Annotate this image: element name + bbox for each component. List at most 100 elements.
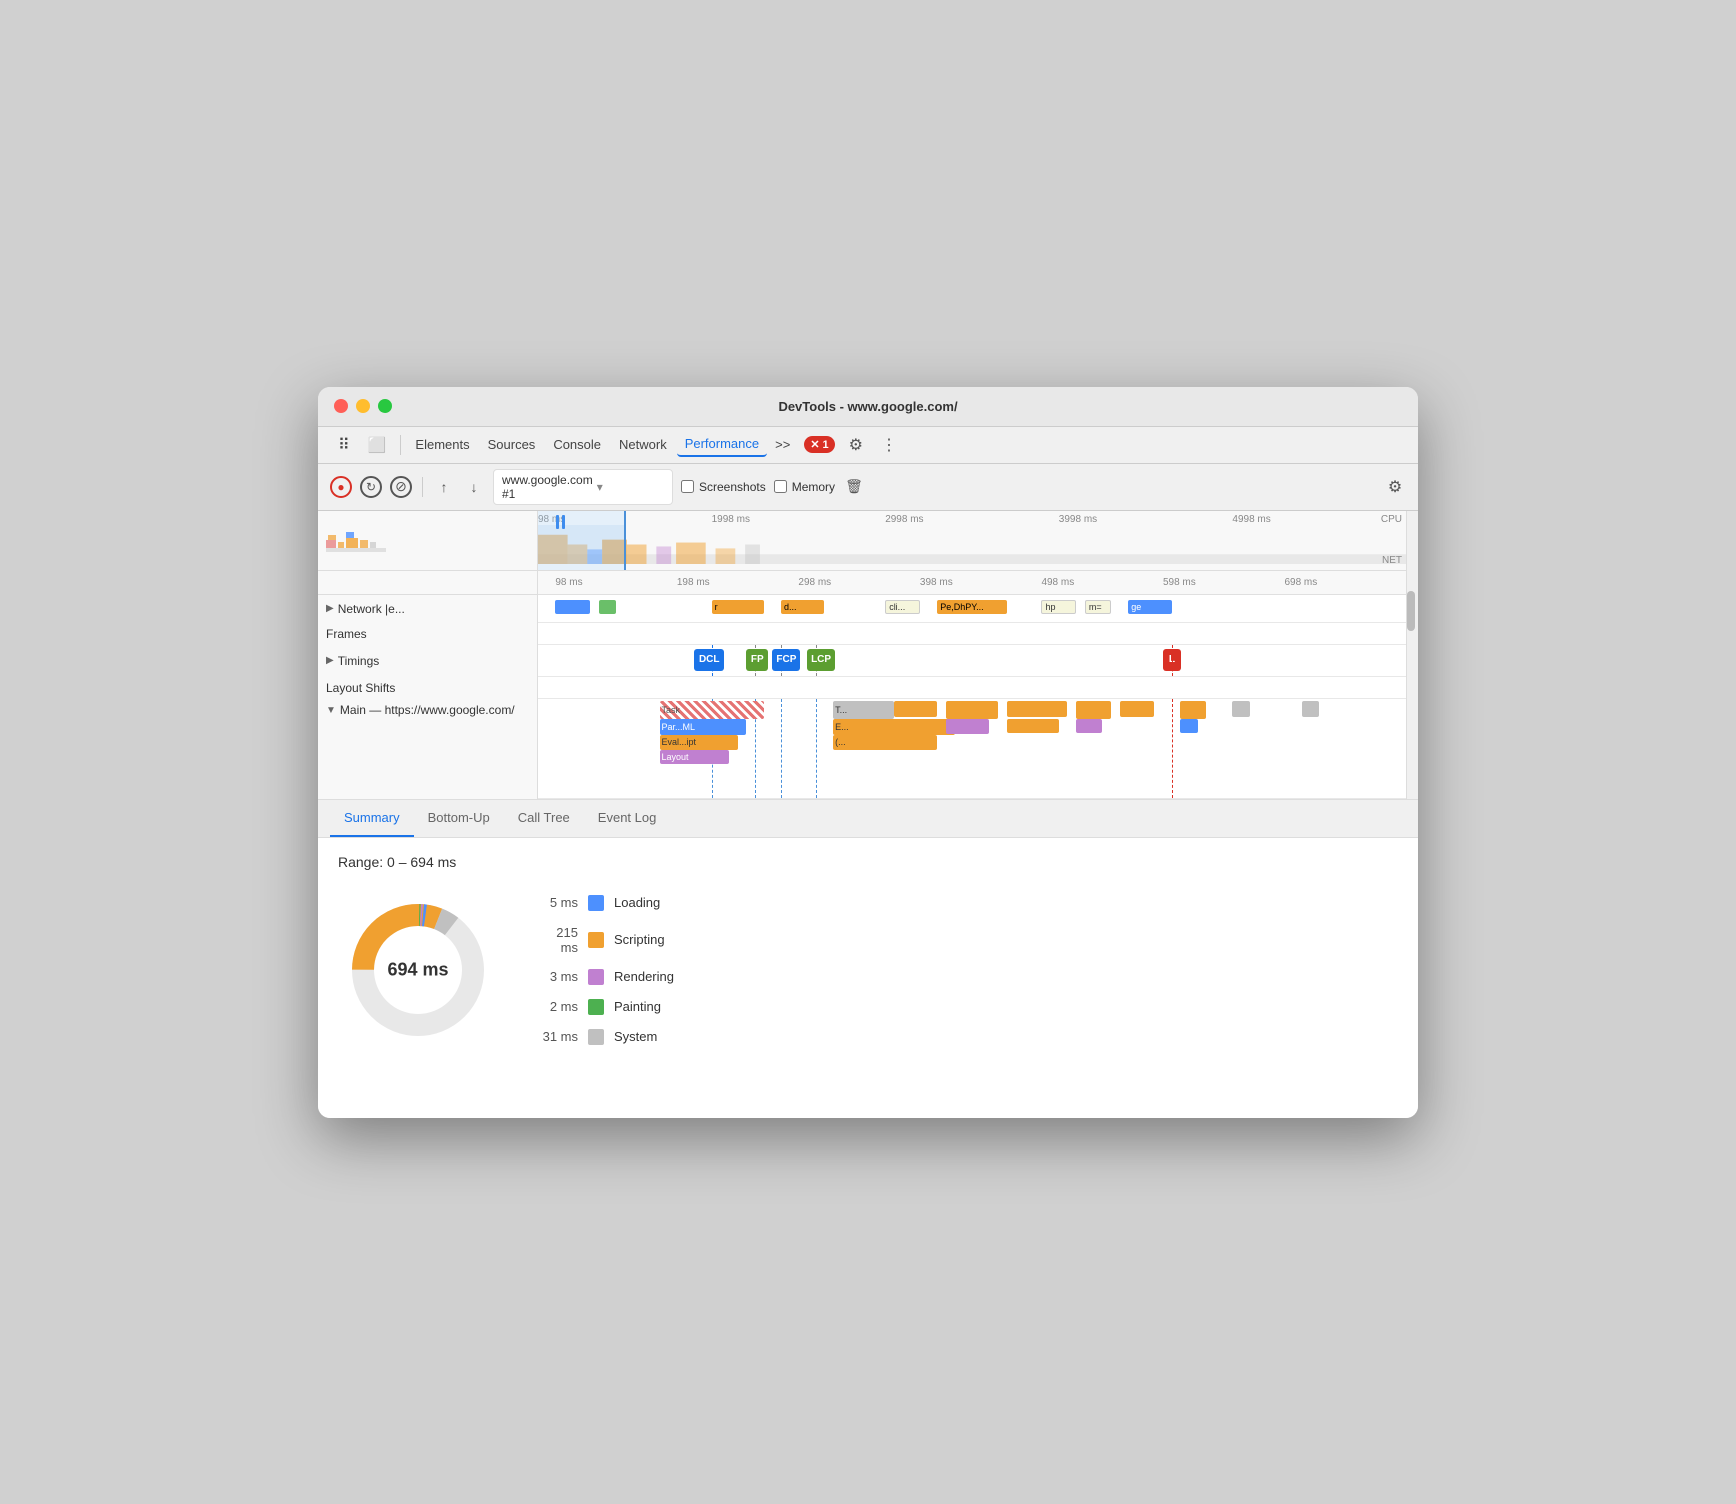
cursor-tool-button[interactable]: ⠿ <box>330 431 358 459</box>
layout-task[interactable]: Layout <box>660 750 729 764</box>
window-title: DevTools - www.google.com/ <box>778 399 957 414</box>
perf-settings-button[interactable]: ⚙ <box>1384 476 1406 498</box>
tab-elements[interactable]: Elements <box>407 433 477 456</box>
layout-shifts-track-label[interactable]: Layout Shifts <box>318 677 538 699</box>
scrollbar-thumb[interactable] <box>1407 591 1415 631</box>
task-3[interactable] <box>894 701 937 717</box>
task-4[interactable] <box>946 701 998 719</box>
maximize-button[interactable] <box>378 399 392 413</box>
url-dropdown-icon: ▾ <box>597 480 664 494</box>
tab-performance[interactable]: Performance <box>677 432 767 457</box>
timeline-area: ▶ Network |e... Frames ▶ Timings Layout … <box>318 511 1418 800</box>
ruler-marker-0: 98 ms <box>555 577 582 588</box>
net-item-6[interactable]: Pe,DhPY... <box>937 600 1006 614</box>
settings-button[interactable]: ⚙ <box>841 431 871 459</box>
timeline-selection[interactable] <box>538 511 626 570</box>
more-tabs-button[interactable]: >> <box>769 433 796 456</box>
net-item-9[interactable]: ge <box>1128 600 1171 614</box>
trash-button[interactable]: 🗑 <box>843 476 865 498</box>
task-11[interactable] <box>1180 701 1206 719</box>
tab-bottom-up[interactable]: Bottom-Up <box>414 800 504 837</box>
net-label-overview: NET <box>1382 555 1402 566</box>
summary-content: 694 ms 5 ms Loading 215 ms Scripting 3 m… <box>338 890 1398 1050</box>
tab-network[interactable]: Network <box>611 433 675 456</box>
legend-system: 31 ms System <box>538 1029 674 1045</box>
task-9[interactable] <box>1076 719 1102 733</box>
perf-separator-1 <box>422 477 423 497</box>
more-options-button[interactable]: ⋮ <box>873 431 905 459</box>
task-12[interactable] <box>1180 719 1197 733</box>
network-track-label[interactable]: ▶ Network |e... <box>318 595 538 623</box>
tab-summary[interactable]: Summary <box>330 800 414 837</box>
screenshots-label: Screenshots <box>699 480 766 494</box>
device-toolbar-button[interactable]: ⬜ <box>360 432 395 458</box>
timings-track: DCL FP FCP LCP L <box>538 645 1406 677</box>
cpu-label: CPU <box>1381 514 1402 525</box>
dcl-marker[interactable]: DCL <box>694 649 724 671</box>
timings-track-label[interactable]: ▶ Timings <box>318 645 538 677</box>
ruler-marker-3: 398 ms <box>920 577 953 588</box>
refresh-record-button[interactable]: ↻ <box>360 476 382 498</box>
download-button[interactable]: ↓ <box>463 476 485 498</box>
tab-call-tree[interactable]: Call Tree <box>504 800 584 837</box>
tab-console[interactable]: Console <box>545 433 609 456</box>
main-label: Main — https://www.google.com/ <box>340 703 515 717</box>
task-7[interactable] <box>1007 719 1059 733</box>
close-button[interactable] <box>334 399 348 413</box>
task-2[interactable]: T... <box>833 701 894 719</box>
loading-color <box>588 895 604 911</box>
memory-checkbox[interactable] <box>774 480 787 493</box>
frames-track-label[interactable]: Frames <box>318 623 538 645</box>
l-marker[interactable]: L <box>1163 649 1181 671</box>
record-button[interactable]: ● <box>330 476 352 498</box>
task-14[interactable] <box>1302 701 1319 717</box>
task-13[interactable] <box>1232 701 1249 717</box>
tab-sources[interactable]: Sources <box>480 433 544 456</box>
painting-label: Painting <box>614 999 661 1014</box>
net-item-7[interactable]: hp <box>1041 600 1076 614</box>
net-item-8[interactable]: m= <box>1085 600 1111 614</box>
system-color <box>588 1029 604 1045</box>
layout-shifts-label: Layout Shifts <box>326 681 395 695</box>
layout-shifts-track <box>538 677 1406 699</box>
timeline-ruler: 98 ms 198 ms 298 ms 398 ms 498 ms 598 ms… <box>538 571 1406 595</box>
net-item-1[interactable] <box>555 600 590 614</box>
timeline-left-panel: ▶ Network |e... Frames ▶ Timings Layout … <box>318 511 538 799</box>
eval-script-task[interactable]: Eval...ipt <box>660 735 738 750</box>
fcp-marker[interactable]: FCP <box>772 649 800 671</box>
lcp-marker[interactable]: LCP <box>807 649 835 671</box>
task-8[interactable] <box>1076 701 1111 719</box>
net-item-3[interactable]: r <box>712 600 764 614</box>
screenshots-checkbox[interactable] <box>681 480 694 493</box>
upload-button[interactable]: ↑ <box>433 476 455 498</box>
net-item-4[interactable]: d... <box>781 600 824 614</box>
net-item-2[interactable] <box>599 600 616 614</box>
net-item-5[interactable]: cli... <box>885 600 920 614</box>
task-5[interactable] <box>946 719 989 734</box>
task-1[interactable]: Task <box>660 701 764 719</box>
donut-chart: 694 ms <box>338 890 498 1050</box>
clear-button[interactable]: ⊘ <box>390 476 412 498</box>
titlebar: DevTools - www.google.com/ <box>318 387 1418 427</box>
task-6[interactable] <box>1007 701 1068 717</box>
scripting-value: 215 ms <box>538 925 578 955</box>
eval-task-2[interactable]: E... <box>833 719 955 735</box>
overview-marker-4: 4998 ms <box>1232 514 1270 525</box>
fp-marker[interactable]: FP <box>746 649 768 671</box>
main-track-label[interactable]: ▼ Main — https://www.google.com/ <box>318 699 538 799</box>
loading-label: Loading <box>614 895 660 910</box>
tab-event-log[interactable]: Event Log <box>584 800 671 837</box>
parse-html-task[interactable]: Par...ML <box>660 719 747 735</box>
painting-value: 2 ms <box>538 999 578 1014</box>
summary-range: Range: 0 – 694 ms <box>338 854 1398 870</box>
donut-total: 694 ms <box>387 959 448 980</box>
toolbar-separator <box>400 435 401 455</box>
main-marker-line <box>1172 699 1173 798</box>
url-selector[interactable]: www.google.com #1 ▾ <box>493 469 673 505</box>
timeline-scrollbar[interactable] <box>1406 511 1418 799</box>
url-value: www.google.com #1 <box>502 473 593 501</box>
task-10[interactable] <box>1120 701 1155 717</box>
frames-track <box>538 623 1406 645</box>
anon-task[interactable]: (... <box>833 735 937 750</box>
minimize-button[interactable] <box>356 399 370 413</box>
